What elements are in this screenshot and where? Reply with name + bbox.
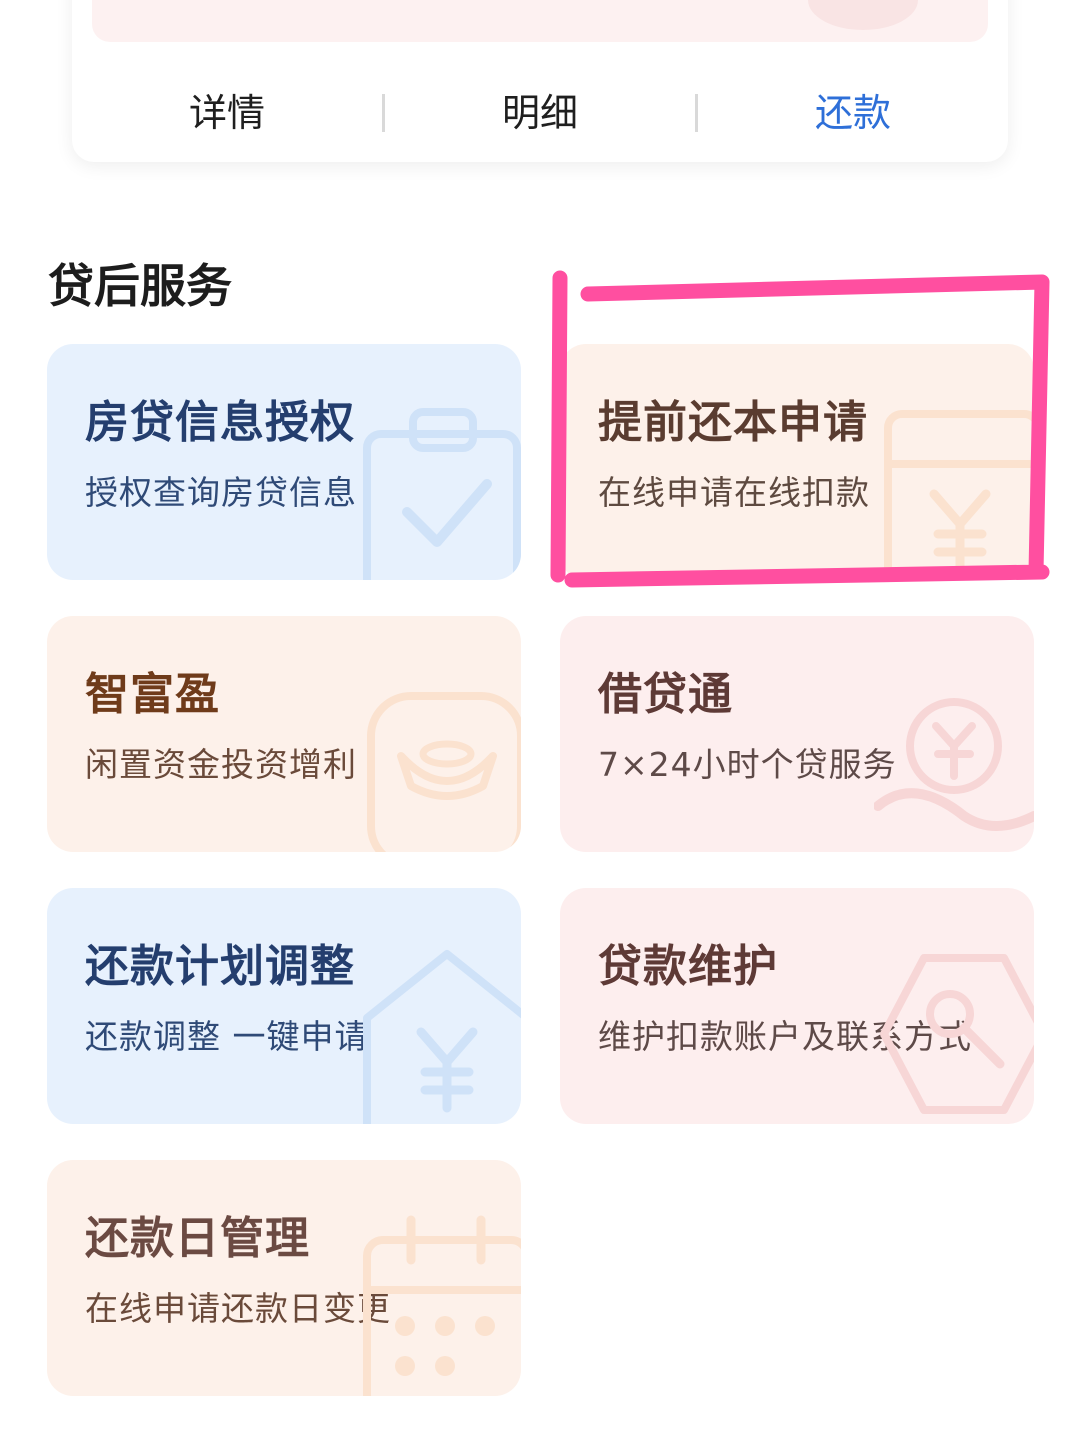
service-title: 智富盈 [85,669,220,720]
service-subtitle: 在线申请还款日变更 [85,1289,391,1328]
service-subtitle: 在线申请在线扣款 [598,473,870,512]
banner-decoration [808,0,918,30]
service-subtitle: 授权查询房贷信息 [85,473,357,512]
service-tile-wealth[interactable]: 智富盈 闲置资金投资增利 [47,616,521,852]
house-yuan-icon [363,950,521,1124]
service-title: 提前还本申请 [598,397,868,448]
clipboard-check-icon [363,408,521,580]
service-title: 贷款维护 [598,941,778,992]
hand-coin-icon [874,698,1034,831]
hexagon-key-icon [880,954,1034,1114]
service-tile-loan-maintenance[interactable]: 贷款维护 维护扣款账户及联系方式 [560,888,1034,1124]
service-subtitle: 还款调整 一键申请 [85,1017,369,1056]
loan-action-row: 详情 明细 还款 [72,78,1008,148]
loan-banner [92,0,988,42]
service-tile-repayment-date[interactable]: 还款日管理 在线申请还款日变更 [47,1160,521,1396]
service-title: 还款日管理 [85,1213,310,1264]
service-tile-mortgage-auth[interactable]: 房贷信息授权 授权查询房贷信息 [47,344,521,580]
loan-services-page: 详情 明细 还款 贷后服务 房贷信息授权 授权查询房贷信息 提前还本申请 在线申… [0,0,1080,1433]
service-tile-early-repayment[interactable]: 提前还本申请 在线申请在线扣款 [560,344,1034,580]
section-title: 贷后服务 [48,259,232,313]
statement-button[interactable]: 明细 [385,78,695,148]
service-title: 房贷信息授权 [85,397,355,448]
gold-ingot-icon [367,692,521,852]
service-subtitle: 闲置资金投资增利 [85,745,357,784]
details-button[interactable]: 详情 [72,78,382,148]
calendar-yuan-icon [884,410,1034,580]
repay-button[interactable]: 还款 [698,78,1008,148]
service-title: 还款计划调整 [85,941,355,992]
service-tile-loan-express[interactable]: 借贷通 7×24小时个贷服务 [560,616,1034,852]
service-tile-repayment-plan[interactable]: 还款计划调整 还款调整 一键申请 [47,888,521,1124]
service-title: 借贷通 [598,669,733,720]
calendar-icon [363,1215,521,1396]
service-subtitle: 7×24小时个贷服务 [598,745,897,784]
